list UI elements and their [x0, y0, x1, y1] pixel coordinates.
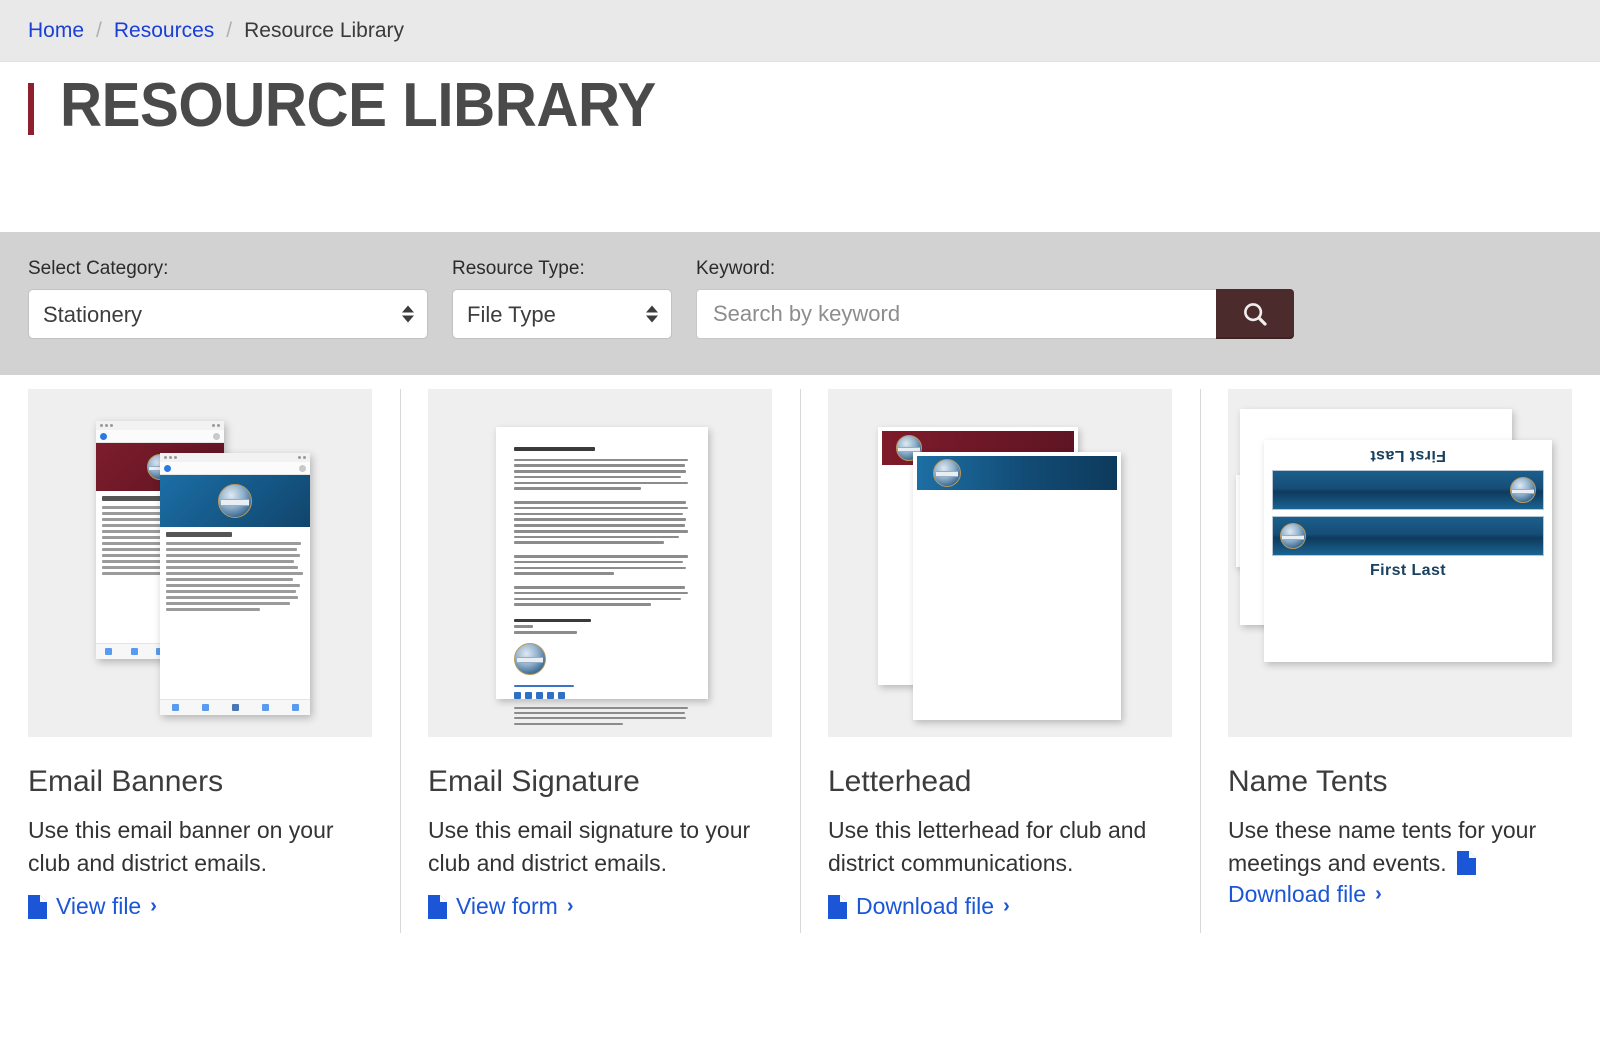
card-link-label: View form [456, 893, 558, 920]
breadcrumb-item-resources[interactable]: Resources [114, 19, 214, 43]
card-title: Email Signature [428, 765, 640, 798]
resource-card-letterhead[interactable]: Letterhead Use this letterhead for club … [800, 375, 1200, 935]
letterhead-sheet-blue [913, 452, 1121, 720]
thumbnail-letterhead-sheets [828, 389, 1172, 737]
phone-mockup-blue [160, 453, 310, 715]
name-tent-front: First Last First Last [1264, 440, 1552, 662]
breadcrumb-item-current: Resource Library [244, 18, 405, 42]
thumbnail-email-signature-document [428, 389, 772, 737]
logo-emblem-icon [514, 642, 546, 675]
search-icon [1244, 303, 1267, 326]
letterhead-band-blue [917, 456, 1117, 490]
category-filter-group: Select Category: Stationery [28, 258, 428, 339]
resource-type-filter-group: Resource Type: File Type [452, 258, 672, 339]
card-link-label: Download file [1228, 881, 1367, 908]
file-icon [828, 894, 847, 919]
page-header: RESOURCE LIBRARY [0, 62, 1600, 232]
thumbnail-name-tents: First Last First Last [1228, 389, 1572, 737]
card-description: Use this email signature to your club an… [428, 817, 751, 876]
logo-emblem-icon [933, 459, 961, 487]
file-icon [428, 894, 447, 919]
card-title: Letterhead [828, 765, 972, 798]
document-page [496, 427, 708, 725]
card-description: Use this email banner on your club and d… [28, 817, 334, 876]
card-description: Use these name tents for your meetings a… [1228, 814, 1572, 879]
social-icons [514, 692, 690, 700]
chevron-right-icon: › [566, 895, 574, 918]
card-link-download-file[interactable]: Download file › [828, 893, 1010, 920]
keyword-filter-group: Keyword: [696, 258, 1294, 339]
file-icon [1457, 850, 1477, 875]
card-description-text: Use these name tents for your meetings a… [1228, 817, 1537, 876]
logo-emblem-icon [1280, 523, 1306, 549]
card-description: Use this letterhead for club and distric… [828, 817, 1147, 876]
resource-card-grid: Email Banners Use this email banner on y… [0, 375, 1600, 935]
card-link-view-file[interactable]: View file › [28, 893, 157, 920]
card-link-download-file[interactable]: Download file › [1228, 881, 1382, 908]
logo-emblem-icon [218, 484, 252, 518]
card-title: Email Banners [28, 765, 224, 798]
page-title: RESOURCE LIBRARY [60, 71, 656, 140]
search-button[interactable] [1216, 289, 1294, 339]
breadcrumb-separator: / [226, 18, 233, 42]
file-icon [28, 894, 47, 919]
name-tent-label: First Last [1369, 562, 1446, 579]
category-select[interactable]: Stationery [28, 289, 428, 339]
resource-type-label: Resource Type: [452, 258, 585, 279]
card-title: Name Tents [1228, 765, 1388, 798]
resource-card-email-banners[interactable]: Email Banners Use this email banner on y… [0, 375, 400, 935]
keyword-label: Keyword: [696, 258, 776, 279]
resource-type-select[interactable]: File Type [452, 289, 672, 339]
filter-bar: Select Category: Stationery Resource Typ… [0, 232, 1600, 375]
title-accent-bar [28, 83, 34, 135]
chevron-right-icon: › [150, 895, 157, 918]
breadcrumb: Home / Resources / Resource Library [0, 0, 1600, 62]
logo-emblem-icon [1510, 477, 1536, 503]
search-input[interactable] [696, 289, 1216, 339]
card-link-label: View file [56, 893, 142, 920]
thumbnail-email-banner-phones [28, 389, 372, 737]
chevron-right-icon: › [1003, 895, 1010, 918]
card-link-label: Download file [856, 893, 995, 920]
resource-card-email-signature[interactable]: Email Signature Use this email signature… [400, 375, 800, 935]
breadcrumb-item-home[interactable]: Home [28, 19, 84, 43]
card-link-view-form[interactable]: View form › [428, 893, 574, 920]
name-tent-label-flipped: First Last [1370, 447, 1447, 464]
resource-card-name-tents[interactable]: First Last First Last Name Tents Use the… [1200, 375, 1600, 935]
name-tent-band-bottom [1272, 516, 1544, 556]
name-tent-band-top [1272, 470, 1544, 510]
chevron-right-icon: › [1375, 883, 1382, 906]
breadcrumb-separator: / [96, 18, 102, 42]
category-label: Select Category: [28, 258, 169, 279]
